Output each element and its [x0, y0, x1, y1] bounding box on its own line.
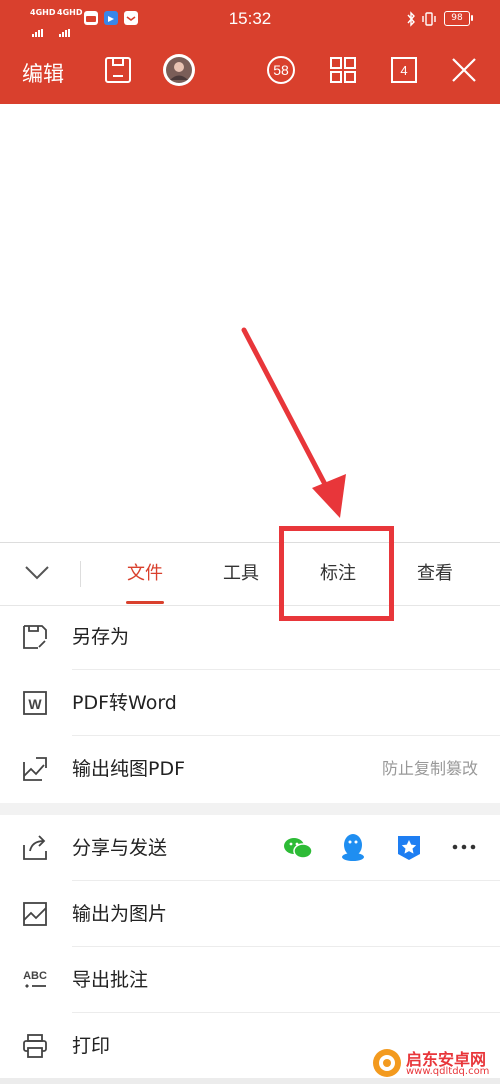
edit-button[interactable]: 编辑: [22, 58, 64, 88]
tab-view[interactable]: 查看: [400, 543, 470, 605]
qq-icon[interactable]: [340, 833, 366, 867]
bluetooth-icon: [406, 11, 416, 31]
menu-item-share[interactable]: 分享与发送: [0, 815, 500, 881]
close-icon[interactable]: [450, 56, 478, 84]
grid-view-icon[interactable]: [329, 56, 357, 84]
section-separator: [0, 803, 500, 815]
avatar[interactable]: [162, 53, 196, 87]
menu-item-export-annotations[interactable]: ABC 导出批注: [0, 947, 500, 1013]
menu-item-export-image-pdf[interactable]: 输出纯图PDF 防止复制篡改: [0, 736, 500, 803]
bottom-bar: [0, 1078, 500, 1084]
tab-file[interactable]: 文件: [110, 543, 180, 605]
print-label: 打印: [72, 1035, 111, 1057]
annotation-arrow-icon: [241, 327, 346, 518]
word-icon: W: [22, 690, 48, 716]
battery-indicator: 98: [444, 11, 473, 26]
tab-tools[interactable]: 工具: [206, 543, 276, 605]
tabs-count-icon[interactable]: 4: [390, 56, 418, 84]
annotation-highlight-box: [279, 526, 394, 621]
export-annotations-label: 导出批注: [72, 969, 149, 991]
pdf-to-word-label: PDF转Word: [72, 692, 177, 714]
watermark-logo-icon: [373, 1049, 401, 1077]
page-count-badge[interactable]: 58: [266, 55, 296, 85]
image-pdf-icon: [22, 756, 48, 782]
save-as-icon: [22, 624, 48, 650]
svg-text:W: W: [28, 696, 42, 712]
anti-tamper-hint: 防止复制篡改: [381, 759, 478, 778]
divider: [80, 561, 81, 587]
svg-text:4: 4: [400, 63, 407, 78]
export-as-image-label: 输出为图片: [72, 903, 168, 925]
menu-item-export-as-image[interactable]: 输出为图片: [0, 881, 500, 947]
share-icon: [22, 835, 48, 861]
top-toolbar: 编辑 58 4: [0, 38, 500, 104]
menu-item-pdf-to-word[interactable]: W PDF转Word: [0, 670, 500, 736]
printer-icon: [22, 1033, 48, 1059]
bottom-tab-bar: 文件 工具 标注 查看: [0, 542, 500, 606]
save-icon[interactable]: [104, 56, 132, 84]
menu-item-save-as[interactable]: 另存为: [0, 604, 500, 670]
collapse-chevron-icon[interactable]: [24, 563, 50, 587]
wechat-icon[interactable]: [283, 835, 313, 865]
watermark-url: www.qdltdq.com: [406, 1066, 490, 1077]
more-icon[interactable]: [451, 839, 477, 859]
export-image-pdf-label: 输出纯图PDF: [72, 758, 186, 780]
svg-text:ABC: ABC: [23, 970, 47, 982]
share-label: 分享与发送: [72, 837, 168, 859]
vibrate-icon: [420, 11, 438, 31]
abc-annotation-icon: ABC: [22, 967, 48, 993]
svg-text:58: 58: [273, 62, 289, 78]
dingtalk-icon[interactable]: [396, 834, 422, 866]
save-as-label: 另存为: [72, 626, 130, 648]
image-icon: [22, 901, 48, 927]
status-bar: 4GHD 4GHD 15:32 98: [0, 0, 500, 38]
